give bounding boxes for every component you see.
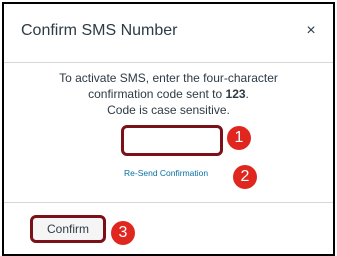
- dialog-header: Confirm SMS Number ×: [4, 4, 333, 63]
- instructions-text: To activate SMS, enter the four-characte…: [14, 70, 323, 118]
- instructions-line-1: To activate SMS, enter the four-characte…: [59, 71, 278, 85]
- close-icon[interactable]: ×: [302, 22, 320, 40]
- phone-number: 123: [225, 87, 246, 101]
- step-badge-1: 1: [227, 126, 251, 150]
- confirm-sms-dialog: Confirm SMS Number × To activate SMS, en…: [2, 2, 335, 256]
- step-badge-2: 2: [233, 165, 257, 189]
- dialog-title: Confirm SMS Number: [21, 22, 178, 39]
- instructions-line-2-suffix: .: [245, 87, 249, 101]
- instructions-line-3: Code is case sensitive.: [107, 103, 230, 117]
- instructions-line-2: confirmation code sent to 123.: [14, 86, 323, 102]
- resend-confirmation-link[interactable]: Re-Send Confirmation: [124, 168, 232, 178]
- dialog-footer-divider: [4, 202, 333, 203]
- step-badge-3: 3: [111, 221, 135, 245]
- confirm-button[interactable]: Confirm: [30, 215, 106, 243]
- confirmation-code-input[interactable]: [121, 125, 223, 156]
- instructions-line-2-prefix: confirmation code sent to: [88, 87, 226, 101]
